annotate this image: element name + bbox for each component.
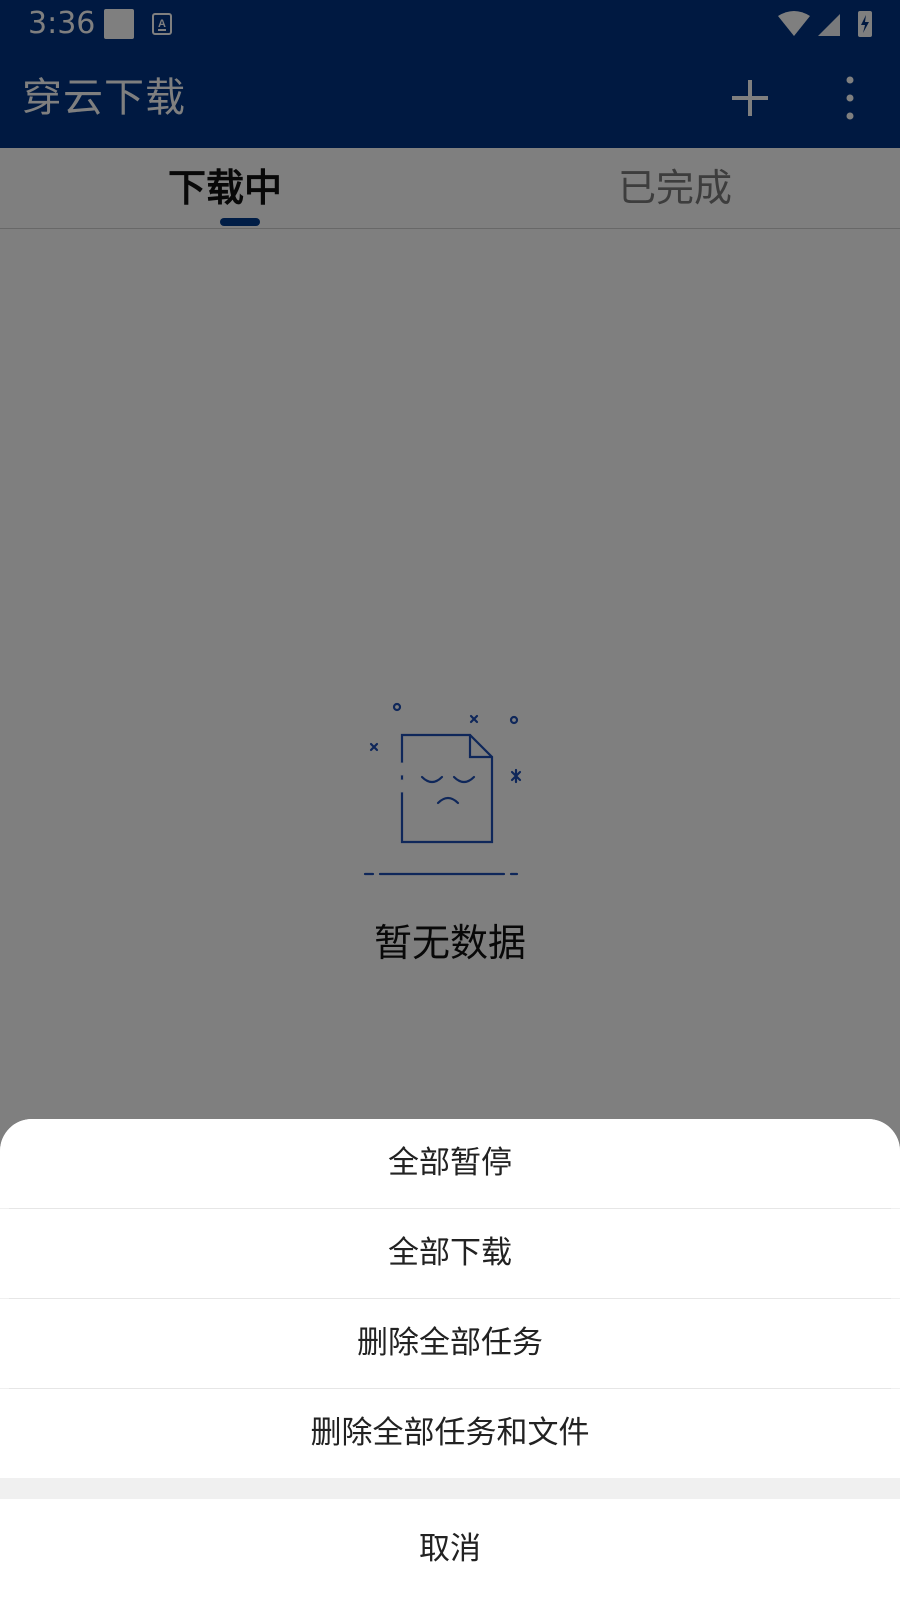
action-sheet: 全部暂停 全部下载 删除全部任务 删除全部任务和文件 取消 bbox=[0, 1119, 900, 1600]
delete-all-tasks-and-files-button[interactable]: 删除全部任务和文件 bbox=[0, 1389, 900, 1478]
screen: 3:36 A 穿云下载 下载中 已完成 bbox=[0, 0, 900, 1600]
delete-all-tasks-button[interactable]: 删除全部任务 bbox=[0, 1299, 900, 1388]
cancel-button[interactable]: 取消 bbox=[0, 1499, 900, 1600]
download-all-button[interactable]: 全部下载 bbox=[0, 1209, 900, 1298]
pause-all-button[interactable]: 全部暂停 bbox=[0, 1119, 900, 1208]
